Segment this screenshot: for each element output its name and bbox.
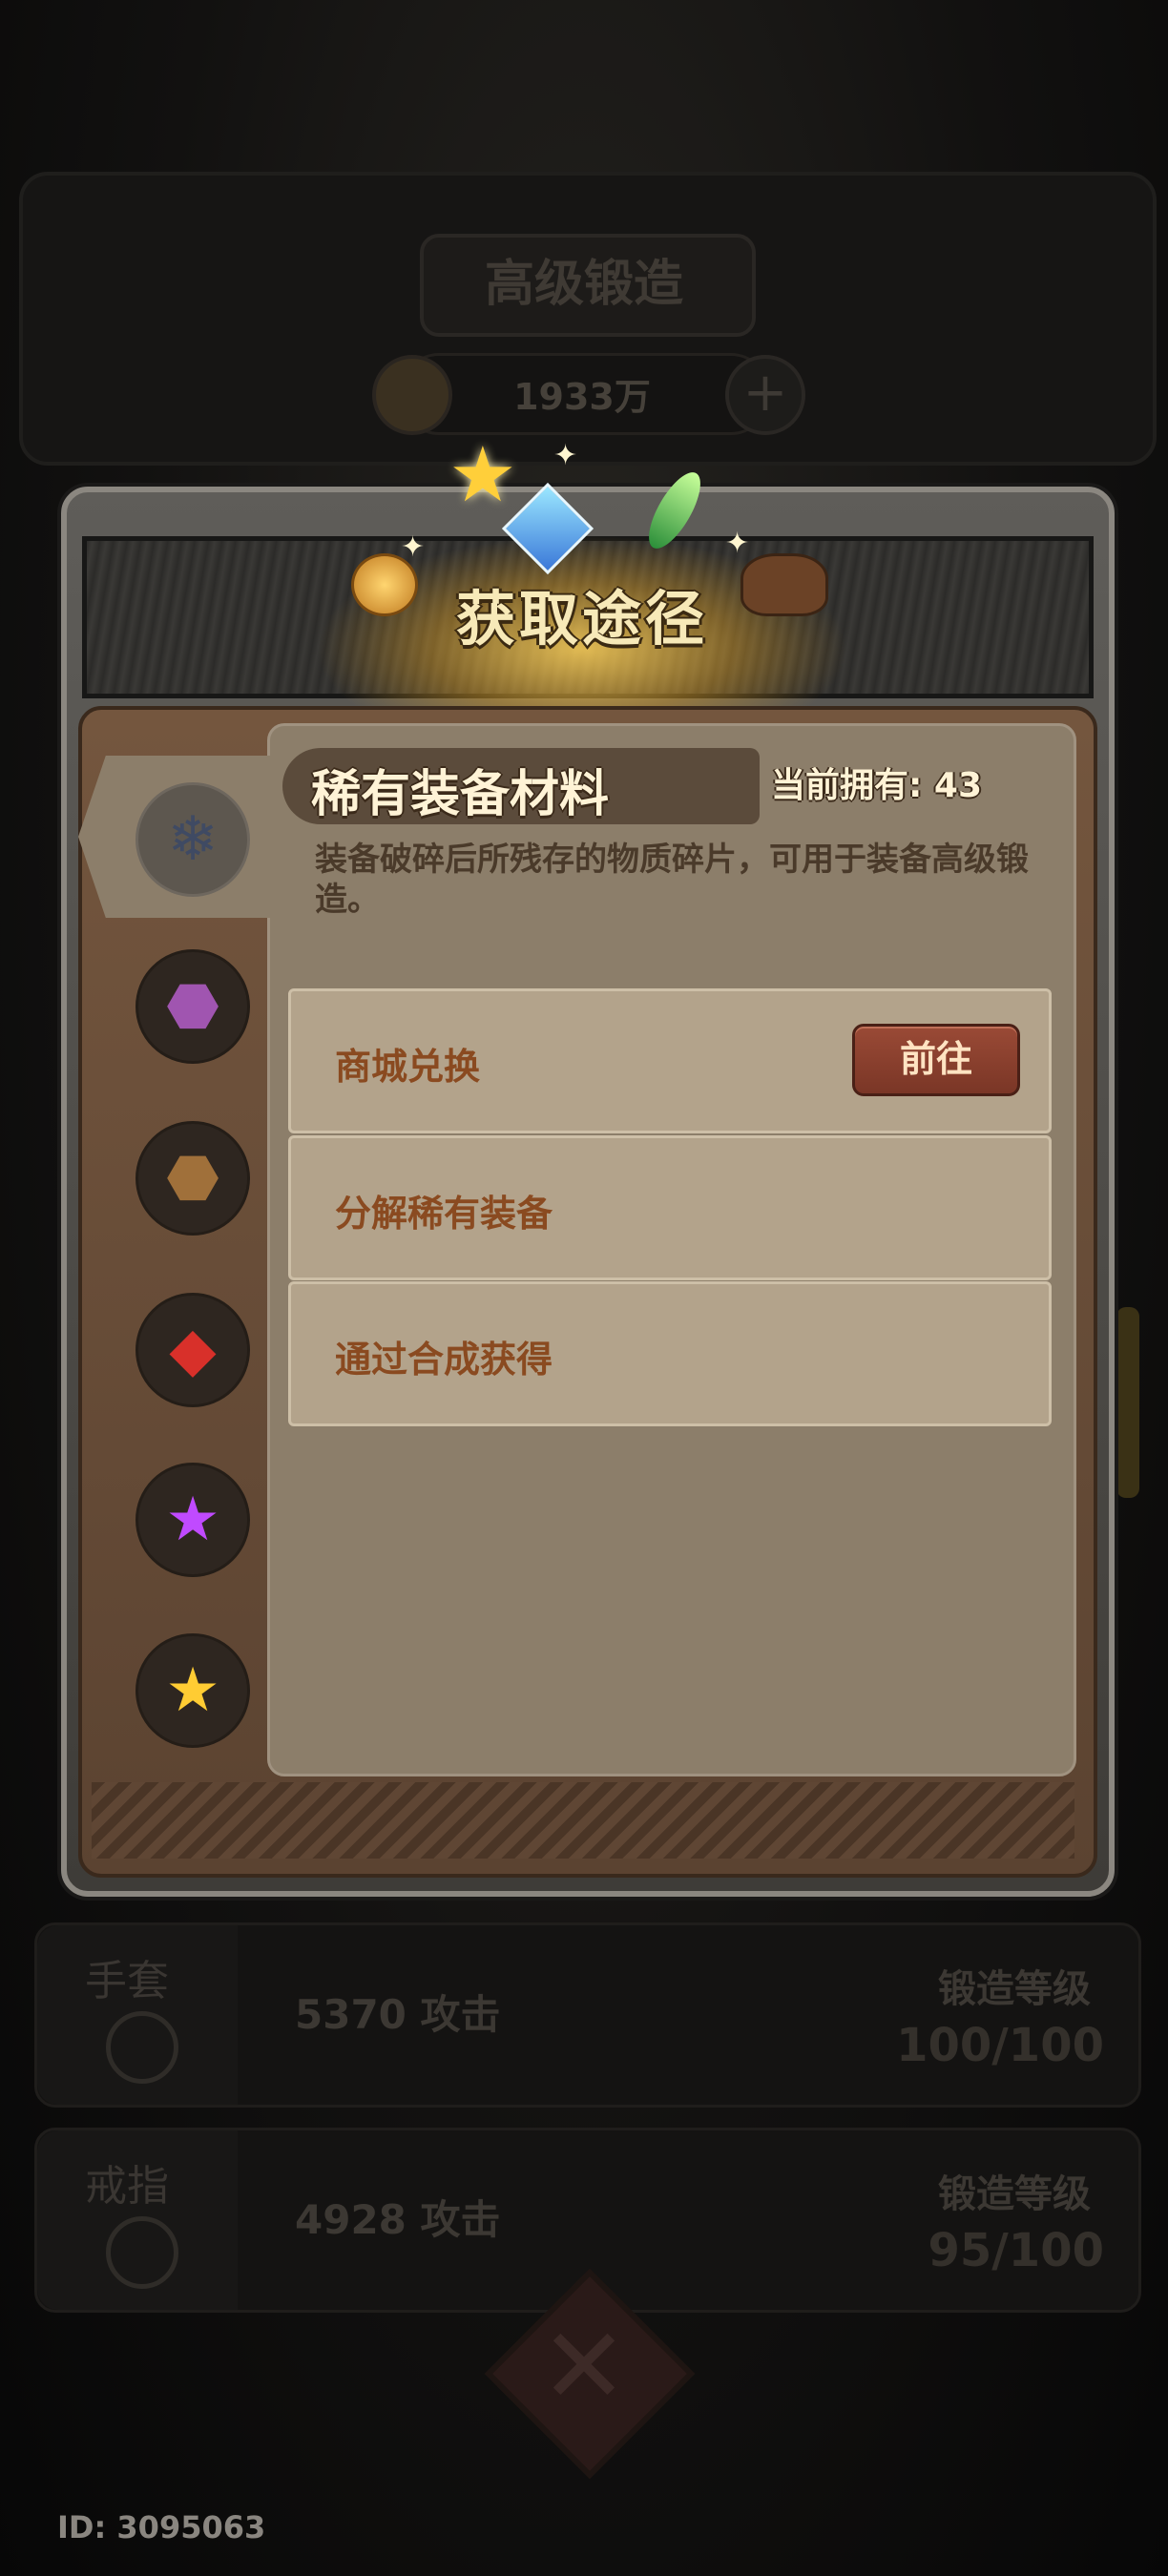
equipment-name: 戒指 bbox=[85, 2162, 169, 2211]
sparkle-icon: ✦ bbox=[553, 439, 578, 472]
item-tab-purple-rock[interactable]: ⬣ bbox=[136, 949, 250, 1064]
forge-title: 高级锻造 bbox=[484, 256, 683, 313]
source-label: 商城兑换 bbox=[335, 1046, 481, 1088]
player-id: ID: 3095063 bbox=[57, 2509, 266, 2545]
ring-icon bbox=[106, 2216, 178, 2289]
equipment-row-gloves[interactable]: 手套 5370 攻击 锻造等级 100/100 bbox=[34, 1922, 1141, 2108]
equipment-attack: 5370 攻击 bbox=[295, 1991, 501, 2038]
popup-title: 获取途径 bbox=[455, 584, 708, 654]
red-crystal-icon: ◆ bbox=[169, 1315, 217, 1385]
purple-star-icon: ★ bbox=[165, 1485, 220, 1555]
gold-star-icon: ★ bbox=[165, 1655, 220, 1726]
forge-level-label: 锻造等级 bbox=[938, 1967, 1091, 2011]
coin-amount: 1933万 bbox=[513, 376, 651, 418]
item-tab-purple-star[interactable]: ★ bbox=[136, 1463, 250, 1577]
source-label: 通过合成获得 bbox=[335, 1339, 553, 1381]
source-row-dismantle: 分解稀有装备 bbox=[288, 1135, 1052, 1280]
sparkle-icon: ✦ bbox=[401, 530, 426, 564]
go-button[interactable]: 前往 bbox=[852, 1024, 1020, 1096]
equipment-attack: 4928 攻击 bbox=[295, 2196, 501, 2243]
crossed-swords-icon: ✕ bbox=[539, 2305, 629, 2427]
brown-rock-icon: ⬣ bbox=[166, 1143, 219, 1214]
fragment-icon: ❄ bbox=[167, 804, 219, 875]
forge-level-value: 100/100 bbox=[896, 2019, 1104, 2072]
glove-icon bbox=[106, 2011, 178, 2084]
forge-level-value: 95/100 bbox=[928, 2224, 1104, 2277]
item-tab-red-crystal[interactable]: ◆ bbox=[136, 1293, 250, 1407]
item-tab-brown-rock[interactable]: ⬣ bbox=[136, 1121, 250, 1236]
source-label: 分解稀有装备 bbox=[335, 1193, 553, 1235]
forge-level-label: 锻造等级 bbox=[938, 2172, 1091, 2216]
plus-icon[interactable]: + bbox=[725, 355, 805, 435]
side-tab bbox=[1116, 1307, 1139, 1498]
item-tab-gold-star[interactable]: ★ bbox=[136, 1633, 250, 1748]
star-decoration-icon: ★ bbox=[448, 430, 517, 519]
content-border-pattern bbox=[92, 1782, 1074, 1859]
source-row-shop: 商城兑换 前往 bbox=[288, 988, 1052, 1133]
purple-rock-icon: ⬣ bbox=[166, 971, 219, 1042]
item-tab-fragment[interactable]: ❄ bbox=[136, 782, 250, 897]
owned-count: 当前拥有: 43 bbox=[771, 766, 983, 805]
sparkle-icon: ✦ bbox=[725, 527, 750, 560]
item-description: 装备破碎后所残存的物质碎片，可用于装备高级锻造。 bbox=[315, 841, 1029, 919]
source-row-synthesis: 通过合成获得 bbox=[288, 1281, 1052, 1426]
equipment-name: 手套 bbox=[85, 1957, 169, 2005]
item-name: 稀有装备材料 bbox=[311, 766, 610, 823]
